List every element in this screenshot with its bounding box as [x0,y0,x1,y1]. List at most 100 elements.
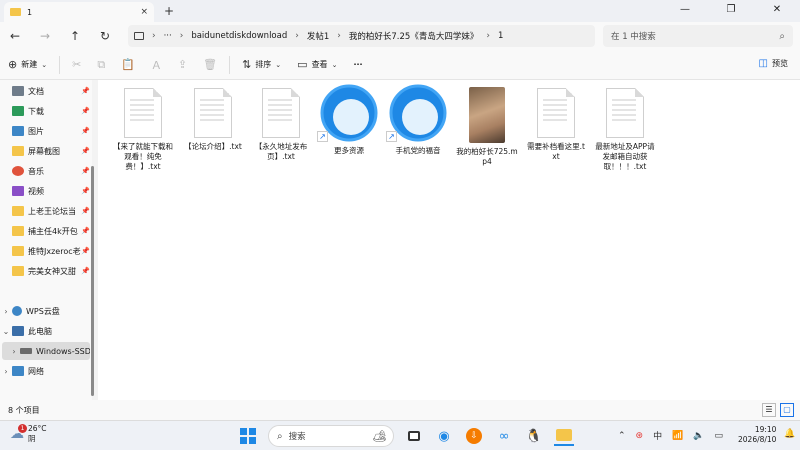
file-item[interactable]: 最新地址及APP请发邮箱自动获取！！！.txt [594,88,656,172]
close-button[interactable]: ✕ [754,0,800,22]
file-item[interactable]: ↗ 更多资源 [317,84,380,156]
file-list: 【来了就能下载和观看！纯免费！】.txt 【论坛介绍】.txt 【永久地址发布页… [98,80,800,400]
more-options-button[interactable]: ··· [345,60,370,69]
search-input[interactable]: 在 1 中搜索 ⌕ [603,25,793,47]
clock[interactable]: 19:10 2026/8/10 [738,425,776,445]
sort-button[interactable]: ⇅ 排序 ⌄ [234,58,289,71]
large-icons-view-button[interactable]: ▢ [780,403,794,417]
task-view-icon[interactable] [404,426,424,446]
cloud-app-icon[interactable]: ∞ [494,426,514,446]
drive-icon [20,348,32,354]
file-name: 最新地址及APP请发邮箱自动获取！！！.txt [595,142,655,171]
chevron-right-icon[interactable]: › [0,367,12,376]
sidebar-item-folder[interactable]: 上老王论坛当 📌 [0,202,92,220]
file-item[interactable]: ↗ 手机党的福音 [386,84,449,156]
search-highlight-icon: 🏕 [371,429,387,443]
command-bar: ⊕ 新建 ⌄ ✂ ⧉ 📋 Ａ ⇪ 🗑 ⇅ 排序 ⌄ ▭ 查看 ⌄ ··· ◫ 预… [0,50,800,80]
download-icon [12,106,24,116]
computer-icon [12,326,24,336]
sidebar-item-downloads[interactable]: 下载 📌 [0,102,92,120]
breadcrumb[interactable]: › ··· › baidunetdiskdownload › 发帖1 › 我的柏… [128,25,595,47]
sidebar-item-wps-cloud[interactable]: › WPS云盘 [0,302,92,320]
battery-icon[interactable]: ▭ [715,431,724,441]
chevron-right-icon: › [152,31,156,41]
chevron-right-icon[interactable]: › [0,307,12,316]
sidebar-item-videos[interactable]: 视频 📌 [0,182,92,200]
file-item[interactable]: 我的柏好长725.mp4 [456,87,518,167]
text-file-icon [606,88,644,138]
folder-icon [12,266,24,276]
preview-pane-button[interactable]: ◫ 预览 [759,58,788,69]
view-button[interactable]: ▭ 查看 ⌄ [289,58,345,71]
title-bar: 1 × + — ❐ ✕ [0,0,800,22]
file-item[interactable]: 【来了就能下载和观看！纯免费！】.txt [112,88,174,172]
copy-button[interactable]: ⧉ [89,58,113,72]
chevron-right-icon[interactable]: › [8,347,20,356]
paste-button[interactable]: 📋 [113,58,143,71]
qq-icon[interactable]: 🐧 [524,426,544,446]
maximize-button[interactable]: ❐ [708,0,754,22]
details-view-button[interactable]: ☰ [762,403,776,417]
sidebar-item-folder[interactable]: 推特Jxzeroc老 📌 [0,242,92,260]
share-button[interactable]: ⇪ [170,58,195,71]
browser-app-icon[interactable]: ◉ [434,426,454,446]
volume-icon[interactable]: 🔈 [693,431,704,441]
weather-widget[interactable]: ☁ 1 26°C 阴 [10,424,47,444]
sidebar-item-folder[interactable]: 捕主任4k开包 📌 [0,222,92,240]
chevron-right-icon: › [179,31,184,41]
sidebar-scrollbar[interactable] [91,80,94,400]
shortcut-arrow-icon: ↗ [386,131,397,142]
music-icon [12,166,24,176]
sidebar-item-folder[interactable]: 完美女神又甜 📌 [0,262,92,280]
address-bar: ← → ↑ ↻ › ··· › baidunetdiskdownload › 发… [0,22,800,50]
browser-shortcut-icon: ↗ [317,84,379,142]
chevron-down-icon[interactable]: ⌄ [0,327,12,336]
sidebar-item-screenshots[interactable]: 屏幕截图 📌 [0,142,92,160]
file-name: 我的柏好长725.mp4 [456,147,518,166]
download-app-icon[interactable]: ⇩ [464,426,484,446]
cloud-icon [12,306,22,316]
ime-icon[interactable]: ⊛ [636,431,644,441]
cut-button[interactable]: ✂ [64,58,89,71]
file-item[interactable]: 需要补档看这里.txt [525,88,587,162]
chevron-up-icon[interactable]: ⌃ [618,431,626,441]
windows-start-icon[interactable] [238,426,258,446]
tab-close-button[interactable]: × [140,7,148,17]
delete-button[interactable]: 🗑 [195,58,225,71]
breadcrumb-item[interactable]: 发帖1 [307,30,329,42]
breadcrumb-more[interactable]: ··· [164,31,172,41]
file-item[interactable]: 【永久地址发布页】.txt [250,88,312,162]
sidebar-item-windows-ssd[interactable]: › Windows-SSD [2,342,90,360]
minimize-button[interactable]: — [662,0,708,22]
file-item[interactable]: 【论坛介绍】.txt [182,88,244,152]
sidebar-item-this-pc[interactable]: ⌄ 此电脑 [0,322,92,340]
weather-desc: 阴 [28,434,36,443]
refresh-button[interactable]: ↻ [90,29,120,43]
up-button[interactable]: ↑ [60,29,90,43]
file-explorer-icon[interactable] [554,426,574,446]
trash-icon: 🗑 [203,58,218,71]
taskbar: ☁ 1 26°C 阴 ⌕ 搜索 🏕 ◉ ⇩ ∞ 🐧 ⌃ ⊛ 中 📶 🔈 ▭ 19… [0,420,800,450]
rename-button[interactable]: Ａ [143,57,170,73]
forward-button[interactable]: → [30,29,60,43]
scrollbar-thumb[interactable] [91,166,94,396]
scissors-icon: ✂ [72,58,82,71]
tab-1[interactable]: 1 × [4,2,154,22]
breadcrumb-item[interactable]: baidunetdiskdownload [191,31,287,41]
sidebar-item-music[interactable]: 音乐 📌 [0,162,92,180]
pin-icon: 📌 [81,227,90,235]
breadcrumb-item[interactable]: 1 [498,31,503,41]
new-button[interactable]: ⊕ 新建 ⌄ [0,58,55,71]
notification-bell-icon[interactable]: 🔔 [784,429,795,439]
back-button[interactable]: ← [0,29,30,43]
language-icon[interactable]: 中 [653,429,662,442]
breadcrumb-item[interactable]: 我的柏好长7.25《青岛大四学妹》 [349,30,478,42]
new-tab-button[interactable]: + [164,4,174,18]
sidebar-item-documents[interactable]: 文档 📌 [0,82,92,100]
folder-icon [12,146,24,156]
window-controls: — ❐ ✕ [662,0,800,22]
sidebar-item-pictures[interactable]: 图片 📌 [0,122,92,140]
sidebar-item-network[interactable]: › 网络 [0,362,92,380]
taskbar-search[interactable]: ⌕ 搜索 🏕 [268,425,394,447]
wifi-icon[interactable]: 📶 [672,431,683,441]
